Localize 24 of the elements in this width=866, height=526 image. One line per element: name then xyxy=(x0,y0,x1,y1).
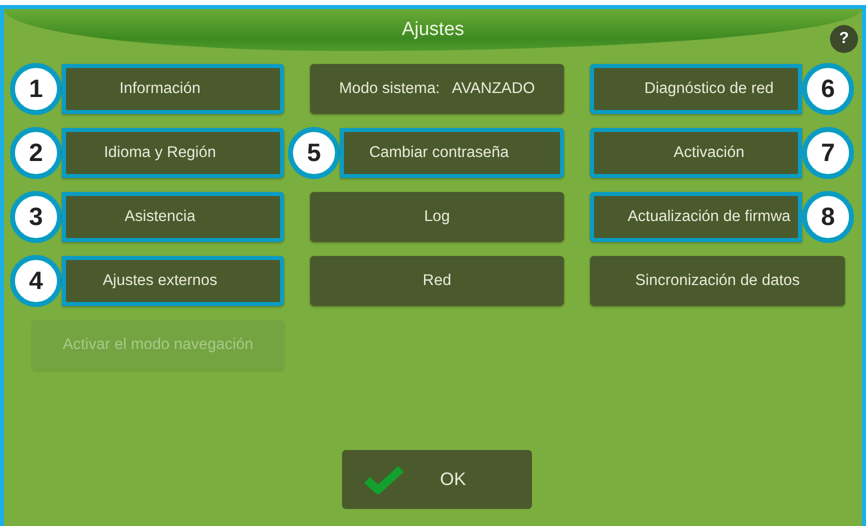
callout-number: 8 xyxy=(802,191,854,243)
settings-button[interactable]: Diagnóstico de red xyxy=(590,64,802,114)
settings-button[interactable]: Ajustes externos xyxy=(62,256,284,306)
callout-number: 7 xyxy=(802,127,854,179)
settings-button[interactable]: Asistencia xyxy=(62,192,284,242)
settings-button[interactable]: Idioma y Región xyxy=(62,128,284,178)
callout-number: 1 xyxy=(10,63,62,115)
callout-number: 4 xyxy=(10,255,62,307)
settings-button[interactable]: Información xyxy=(62,64,284,114)
callout-number: 3 xyxy=(10,191,62,243)
settings-button[interactable]: Sincronización de datos xyxy=(590,256,845,306)
callout-number: 5 xyxy=(288,127,340,179)
settings-button[interactable]: Activación xyxy=(590,128,802,178)
callout-number: 2 xyxy=(10,127,62,179)
settings-button[interactable]: Log xyxy=(310,192,564,242)
window-title: Ajustes xyxy=(402,18,464,42)
checkmark-icon xyxy=(364,466,404,494)
settings-button[interactable]: Red xyxy=(310,256,564,306)
settings-button[interactable]: Cambiar contraseña xyxy=(340,128,564,178)
ok-button[interactable]: OK xyxy=(342,450,532,509)
callout-number: 6 xyxy=(802,63,854,115)
help-button[interactable]: ? xyxy=(830,25,858,53)
settings-button[interactable]: Actualización de firmwa xyxy=(590,192,802,242)
settings-button[interactable]: Modo sistema: AVANZADO xyxy=(310,64,564,114)
